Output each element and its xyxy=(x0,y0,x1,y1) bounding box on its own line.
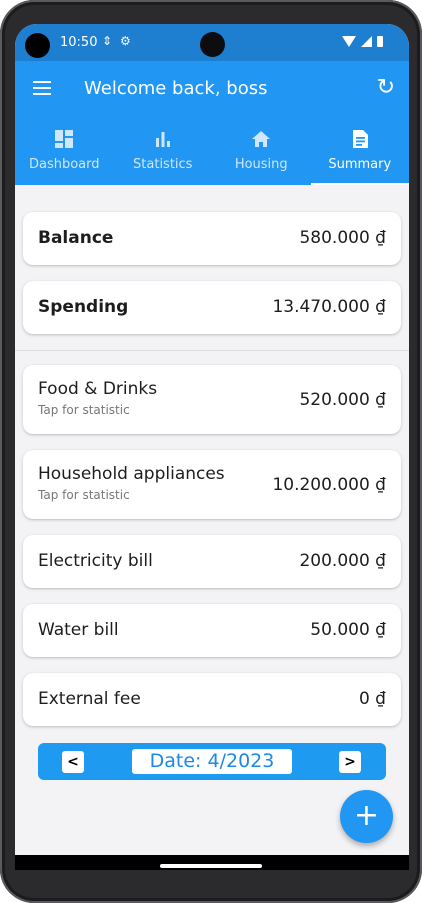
spending-card[interactable]: Spending 13.470.000 ₫ xyxy=(23,281,401,334)
add-expense-button[interactable]: + xyxy=(340,790,393,843)
balance-value: 580.000 ₫ xyxy=(299,228,386,248)
status-time: 10:50 xyxy=(60,35,98,50)
tab-label: Summary xyxy=(328,157,392,172)
balance-label: Balance xyxy=(38,228,114,248)
tab-bar: Dashboard Statistics Housing Summary xyxy=(15,123,409,185)
category-value: 50.000 ₫ xyxy=(310,620,386,640)
home-gesture-handle[interactable] xyxy=(160,864,262,868)
tab-label: Statistics xyxy=(133,157,193,172)
category-card-water-bill[interactable]: Water bill 50.000 ₫ xyxy=(23,604,401,657)
home-icon xyxy=(252,131,271,147)
tab-dashboard[interactable]: Dashboard xyxy=(15,123,114,185)
app-bar: Welcome back, boss ↻ Dashboard Statistic xyxy=(15,61,409,185)
battery-icon xyxy=(377,36,383,47)
section-divider xyxy=(15,350,409,351)
status-bar: 10:50 ⇕ ⚙ xyxy=(15,24,409,61)
category-value: 520.000 ₫ xyxy=(299,390,386,410)
previous-month-button[interactable]: < xyxy=(62,751,84,773)
tab-statistics[interactable]: Statistics xyxy=(114,123,213,185)
data-saver-icon: ⇕ xyxy=(102,34,113,48)
category-label: Household appliances xyxy=(38,464,225,484)
category-label: Water bill xyxy=(38,620,119,640)
spending-label: Spending xyxy=(38,297,129,317)
menu-icon[interactable] xyxy=(33,81,51,95)
category-card-electricity-bill[interactable]: Electricity bill 200.000 ₫ xyxy=(23,535,401,588)
next-month-button[interactable]: > xyxy=(339,751,361,773)
category-card-household-appliances[interactable]: Household appliances Tap for statistic 1… xyxy=(23,450,401,519)
bar-chart-icon xyxy=(155,132,170,147)
category-label: Electricity bill xyxy=(38,551,153,571)
tab-summary[interactable]: Summary xyxy=(310,123,410,185)
app-screen: 10:50 ⇕ ⚙ Welcome back, boss ↻ Dashboard xyxy=(15,24,409,870)
category-hint: Tap for statistic xyxy=(38,488,130,502)
tab-label: Housing xyxy=(234,157,288,172)
category-label: Food & Drinks xyxy=(38,379,158,399)
wifi-icon xyxy=(342,36,356,47)
category-hint: Tap for statistic xyxy=(38,403,130,417)
notch-dot xyxy=(25,33,50,58)
camera-cutout xyxy=(200,32,225,57)
status-icons xyxy=(342,36,383,47)
balance-card[interactable]: Balance 580.000 ₫ xyxy=(23,212,401,265)
settings-gear-icon: ⚙ xyxy=(120,34,131,48)
date-label: Date: 4/2023 xyxy=(132,749,292,774)
tab-label: Dashboard xyxy=(28,157,100,172)
app-title: Welcome back, boss xyxy=(84,78,268,99)
category-card-external-fee[interactable]: External fee 0 ₫ xyxy=(23,673,401,726)
refresh-icon[interactable]: ↻ xyxy=(377,75,395,100)
tab-housing[interactable]: Housing xyxy=(212,123,311,185)
category-label: External fee xyxy=(38,689,141,709)
dashboard-icon xyxy=(55,130,74,148)
category-value: 200.000 ₫ xyxy=(299,551,386,571)
summary-icon xyxy=(352,130,368,148)
spending-value: 13.470.000 ₫ xyxy=(272,297,386,317)
cell-signal-icon xyxy=(361,36,372,47)
date-navigator: < Date: 4/2023 > xyxy=(38,743,386,780)
category-value: 0 ₫ xyxy=(358,689,386,709)
summary-content: Balance 580.000 ₫ Spending 13.470.000 ₫ … xyxy=(15,185,409,850)
category-value: 10.200.000 ₫ xyxy=(272,475,386,495)
category-card-food-drinks[interactable]: Food & Drinks Tap for statistic 520.000 … xyxy=(23,365,401,434)
